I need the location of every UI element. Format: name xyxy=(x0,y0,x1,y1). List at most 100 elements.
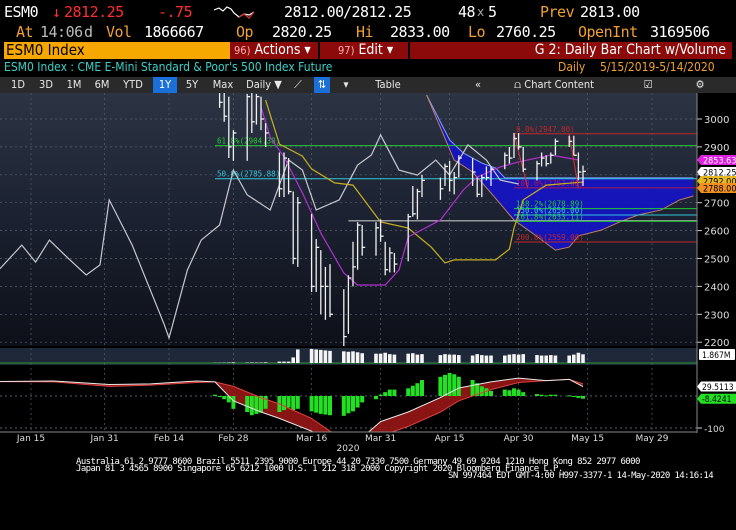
x-tick-label: Apr 15 xyxy=(435,434,465,444)
volume-bar xyxy=(392,354,397,363)
chart-title: G 2: Daily Bar Chart w/Volume xyxy=(410,42,732,59)
range-1m-button[interactable]: 1M xyxy=(62,77,86,93)
macd-histogram-bar xyxy=(507,390,512,396)
quote-time-suffix: d xyxy=(84,23,93,41)
actions-number: 96) xyxy=(234,44,251,57)
fib-level-label: 0.0%(2947.00) xyxy=(516,125,575,134)
macd-histogram-bar xyxy=(406,388,411,396)
volume-bar xyxy=(512,354,516,363)
volume-bar xyxy=(581,354,585,363)
y-tick-label: 2400 xyxy=(704,282,729,293)
bar-chart-icon[interactable]: ⇅ xyxy=(314,77,330,93)
vol-label: Vol xyxy=(106,23,132,41)
table-button[interactable]: Table xyxy=(366,77,410,93)
range-3d-button[interactable]: 3D xyxy=(34,77,58,93)
range-6m-button[interactable]: 6M xyxy=(90,77,114,93)
macd-histogram-bar xyxy=(291,396,296,411)
macd-histogram-bar xyxy=(222,396,227,400)
volume-bar xyxy=(282,361,286,363)
volume-bar xyxy=(567,355,571,363)
edit-button[interactable]: 97) Edit ▾ xyxy=(320,42,408,59)
macd-histogram-bar xyxy=(245,396,250,412)
ticker: ESM0 xyxy=(4,3,39,21)
macd-histogram-bar xyxy=(263,396,268,409)
macd-histogram-bar xyxy=(567,395,572,397)
volume-bar xyxy=(549,355,553,363)
volume-bar xyxy=(328,350,332,363)
collapse-icon[interactable]: « xyxy=(470,77,486,93)
chart-type-dropdown-icon[interactable]: ▾ xyxy=(340,77,352,93)
open-interest-value: 3169506 xyxy=(650,23,710,41)
macd-histogram-bar xyxy=(571,396,576,397)
volume-bar xyxy=(447,354,452,363)
fib-level-label: 50.0%(2785.88) xyxy=(217,170,280,179)
macd-histogram-bar xyxy=(249,396,254,416)
ask-size: 5 xyxy=(488,3,497,21)
actions-button[interactable]: 96) Actions ▾ xyxy=(230,42,318,59)
range-5y-button[interactable]: 5Y xyxy=(180,77,204,93)
volume-bar xyxy=(507,354,512,363)
macd-histogram-bar xyxy=(456,376,461,396)
volume-bar xyxy=(355,352,360,363)
volume-bar xyxy=(443,354,447,363)
annotate-icon[interactable]: ☑ xyxy=(640,77,656,93)
volume-bar xyxy=(535,355,539,363)
macd-histogram-bar xyxy=(438,376,443,396)
last-price: 2812.25 xyxy=(64,3,124,21)
volume-bar xyxy=(323,350,328,363)
macd-histogram-bar xyxy=(355,396,360,408)
volume-bar xyxy=(489,355,493,363)
macd-histogram-bar xyxy=(452,374,457,396)
macd-histogram-bar xyxy=(286,396,291,408)
macd-histogram-bar xyxy=(581,396,585,399)
size-separator: x xyxy=(477,5,484,19)
volume-bar xyxy=(475,354,479,363)
x-tick-label: Feb 14 xyxy=(154,434,185,444)
volume-bar xyxy=(539,355,544,363)
bid-price: 2812.00 xyxy=(284,3,344,21)
macd-histogram-bar xyxy=(539,394,544,396)
frequency-dropdown[interactable]: Daily ▼ xyxy=(244,77,284,93)
settings-gear-icon[interactable]: ⚙ xyxy=(692,77,708,93)
macd-histogram-bar xyxy=(231,396,236,409)
x-tick-label: Apr 30 xyxy=(504,434,534,444)
volume-bar xyxy=(576,352,581,363)
range-max-button[interactable]: Max xyxy=(208,77,238,93)
edit-number: 97) xyxy=(338,44,355,57)
macd-histogram-bar xyxy=(314,396,319,413)
macd-histogram-bar xyxy=(328,396,332,416)
line-chart-icon[interactable]: ⟋ xyxy=(290,77,306,93)
macd-histogram-bar xyxy=(548,394,553,396)
prev-label: Prev xyxy=(540,3,575,21)
price-chart[interactable]: 61.8%(2904.38)50.0%(2785.88)0.0%(2947.00… xyxy=(0,93,736,458)
x-tick-label: Mar 31 xyxy=(365,434,396,444)
chart-content-button[interactable]: ⩍ Chart Content xyxy=(508,77,600,93)
volume-bar xyxy=(360,353,364,363)
volume-bar xyxy=(406,353,410,363)
volume-bar xyxy=(374,353,378,363)
macd-histogram-bar xyxy=(535,394,539,396)
range-1y-button[interactable]: 1Y xyxy=(153,77,177,93)
volume-bar xyxy=(411,353,415,363)
macd-histogram-bar xyxy=(544,395,549,397)
x-tick-label: Feb 28 xyxy=(218,434,249,444)
volume-bar xyxy=(503,355,507,363)
range-ytd-button[interactable]: YTD xyxy=(118,77,148,93)
y-tick-label: 2700 xyxy=(704,199,729,210)
range-1d-button[interactable]: 1D xyxy=(6,77,30,93)
macd-histogram-bar xyxy=(295,396,300,409)
security-field[interactable]: ESM0 Index xyxy=(4,42,230,59)
x-tick-label: May 15 xyxy=(571,434,604,444)
volume-bar xyxy=(342,351,346,363)
security-description: ESM0 Index : CME E-Mini Standard & Poor'… xyxy=(4,60,333,74)
price-tag-label: 2788.00 xyxy=(703,185,736,195)
chart-toolbar: 1D 3D 1M 6M YTD 1Y 5Y Max Daily ▼ ⟋ ⇅ ▾ … xyxy=(0,77,736,93)
open-label: Op xyxy=(236,23,254,41)
y-tick-label: 2500 xyxy=(704,255,729,266)
volume-bar xyxy=(291,357,295,363)
y-tick-label: 2300 xyxy=(704,310,729,321)
net-change: -.75 xyxy=(158,3,193,21)
date-range: 5/15/2019-5/14/2020 xyxy=(600,60,715,74)
volume-bar xyxy=(383,352,387,363)
low-value: 2760.25 xyxy=(496,23,556,41)
